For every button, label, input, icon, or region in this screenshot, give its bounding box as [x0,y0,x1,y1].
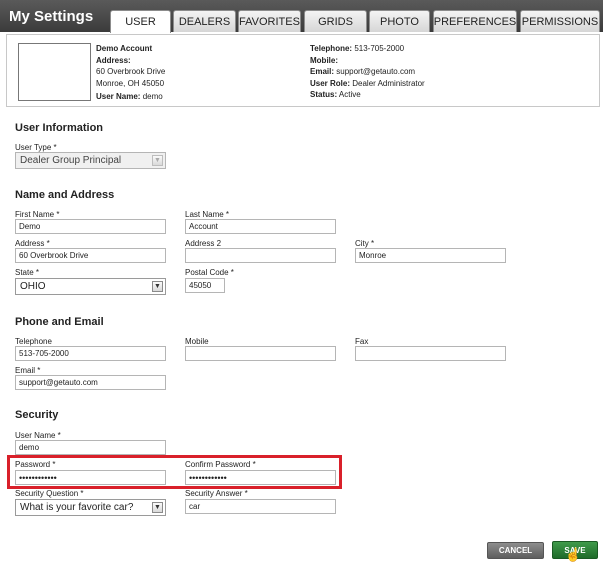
tab-preferences[interactable]: PREFERENCES [433,10,517,32]
telephone-label: Telephone [15,337,52,346]
hand-cursor-icon: ☝ [565,547,582,562]
chevron-down-icon: ▼ [152,155,163,166]
first-name-field[interactable] [15,219,166,234]
email-field[interactable] [15,375,166,390]
username-field-label: User Name * [15,431,61,440]
name-address-title: Name and Address [15,189,115,201]
email-label: Email: [310,67,335,76]
security-question-value: What is your favorite car? [20,502,134,513]
last-name-label: Last Name * [185,210,230,219]
tab-permissions[interactable]: PERMISSIONS [520,10,600,32]
security-answer-label: Security Answer * [185,489,248,498]
status-label: Status: [310,90,338,99]
cancel-button[interactable]: CANCEL [487,542,544,559]
summary-left: Demo Account Address: 60 Overbrook Drive… [96,43,165,103]
chevron-down-icon: ▼ [152,502,163,513]
fax-label: Fax [355,337,369,346]
user-info-title: User Information [15,122,104,134]
email-label: Email * [15,366,41,375]
phone-email-title: Phone and Email [15,316,104,328]
address-label: Address: [96,55,131,65]
role-value: Dealer Administrator [352,78,425,88]
user-type-label: User Type * [15,143,57,152]
mobile-field[interactable] [185,346,336,361]
user-type-select[interactable]: Dealer Group Principal ▼ [15,152,166,169]
address-field[interactable] [15,248,166,263]
address2-label: Address 2 [185,239,222,248]
status-value: Active [338,90,361,99]
avatar [18,43,91,101]
city-field[interactable] [355,248,506,263]
address2-field[interactable] [185,248,336,263]
last-name-field[interactable] [185,219,336,234]
account-name: Demo Account [96,44,153,53]
security-title: Security [15,409,59,421]
chevron-down-icon: ▼ [152,281,163,292]
address-line1: 60 Overbrook Drive [96,67,166,76]
telephone-field[interactable] [15,346,166,361]
mobile-label: Mobile: [310,55,338,65]
fax-field[interactable] [355,346,506,361]
settings-header: My Settings USER DEALERS FAVORITES GRIDS… [0,0,603,33]
postal-field[interactable] [185,278,225,293]
mobile-label: Mobile [185,337,209,346]
tab-user[interactable]: USER [110,10,171,33]
state-label: State * [15,268,40,277]
security-question-select[interactable]: What is your favorite car? ▼ [15,499,166,516]
tab-grids[interactable]: GRIDS [304,10,367,32]
user-type-value: Dealer Group Principal [20,155,122,166]
telephone-label: Telephone: [310,44,353,53]
page-title: My Settings [9,8,94,25]
security-answer-field[interactable] [185,499,336,514]
address-label: Address * [15,239,50,248]
role-label: User Role: [310,78,351,88]
state-value: OHIO [20,281,46,292]
tab-dealers[interactable]: DEALERS [173,10,236,32]
tab-favorites[interactable]: FAVORITES [238,10,301,32]
address-line2: Monroe, OH 45050 [96,78,165,88]
telephone-value: 513-705-2000 [354,44,405,53]
email-value: support@getauto.com [336,67,416,76]
username-label: User Name: [96,92,141,101]
city-label: City * [355,239,375,248]
username-field[interactable] [15,440,166,455]
postal-label: Postal Code * [185,268,234,277]
username-value: demo [142,92,163,101]
password-highlight-box [7,455,342,489]
first-name-label: First Name * [15,210,60,219]
tab-photo[interactable]: PHOTO [369,10,430,32]
account-summary: Demo Account Address: 60 Overbrook Drive… [6,34,600,107]
summary-right: Telephone: 513-705-2000 Mobile: Email: s… [310,43,425,101]
state-select[interactable]: OHIO ▼ [15,278,166,295]
security-question-label: Security Question * [15,489,84,498]
